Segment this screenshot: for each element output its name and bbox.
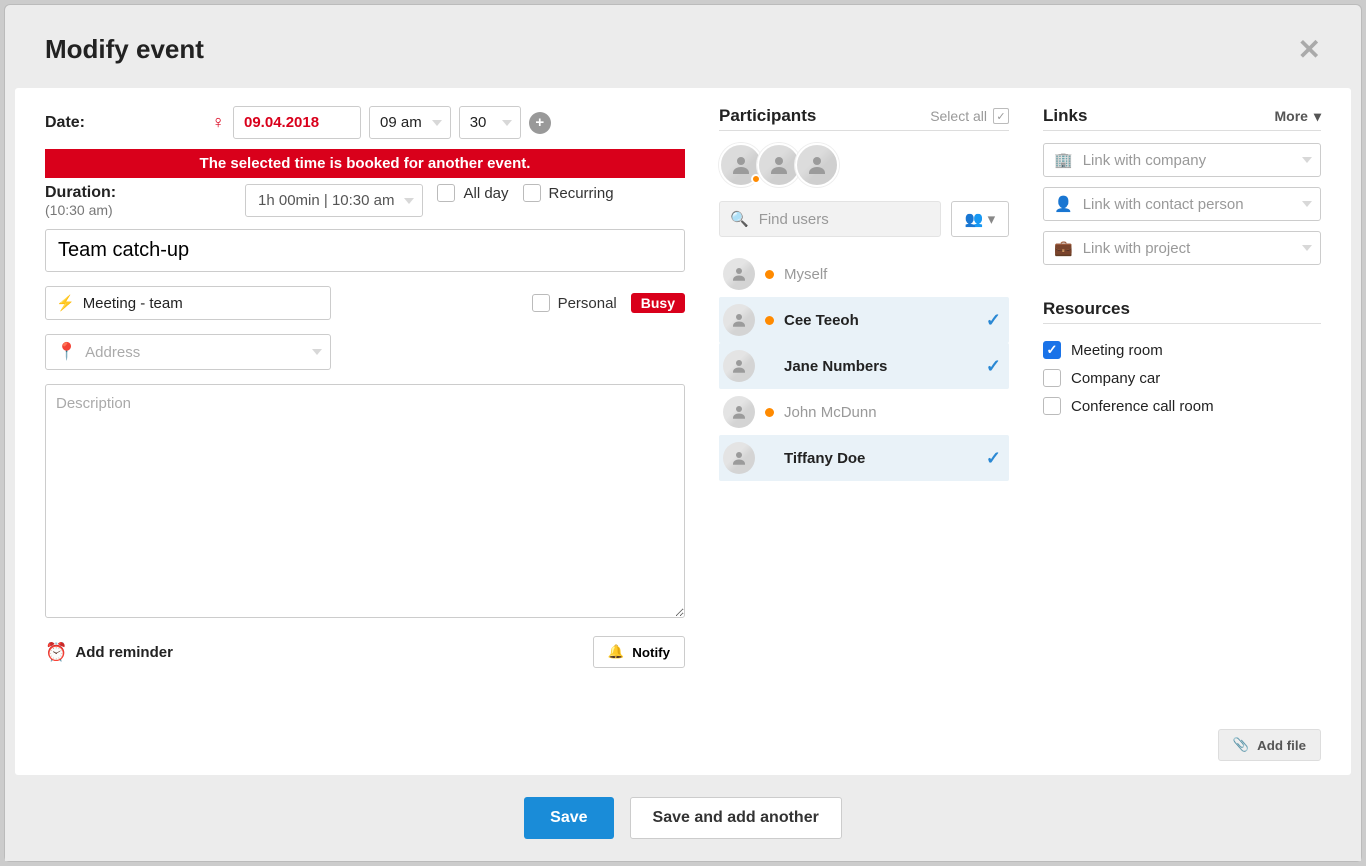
bell-icon: 🔔 [608, 644, 625, 660]
avatar [723, 442, 755, 474]
add-reminder-button[interactable]: ⏰ Add reminder [45, 642, 173, 663]
avatar[interactable] [795, 143, 839, 187]
resource-item[interactable]: Conference call room [1043, 392, 1321, 420]
dialog-title: Modify event [45, 34, 204, 65]
modify-event-dialog: Modify event ✕ Date: ♀ 09.04.2018 09 am … [4, 4, 1362, 862]
check-icon: ✓ [986, 310, 1001, 331]
users-icon: 👥 [965, 210, 984, 228]
paperclip-icon: 📎 [1233, 737, 1250, 753]
alarm-icon: ⏰ [45, 642, 67, 663]
conflict-warning: The selected time is booked for another … [45, 149, 685, 178]
user-item[interactable]: Tiffany Doe ✓ [719, 435, 1009, 481]
user-name: John McDunn [784, 404, 1001, 421]
status-dot [765, 316, 774, 325]
user-list: Myself Cee Teeoh ✓ Jane Numbers ✓ John McDunn… [719, 251, 1009, 481]
search-icon: 🔍 [730, 210, 749, 228]
link-project-select[interactable]: 💼 Link with project [1043, 231, 1321, 265]
participant-avatars [719, 143, 1009, 187]
save-add-another-button[interactable]: Save and add another [630, 797, 842, 839]
user-item[interactable]: John McDunn [719, 389, 1009, 435]
check-icon: ✓ [986, 356, 1001, 377]
hour-select[interactable]: 09 am [369, 106, 451, 139]
allday-checkbox[interactable]: All day [437, 184, 508, 202]
building-icon: 🏢 [1054, 151, 1073, 169]
chevron-down-icon: ▾ [988, 210, 996, 228]
avatar [723, 396, 755, 428]
title-bar: Modify event ✕ [5, 5, 1361, 88]
status-dot [765, 408, 774, 417]
user-item[interactable]: Jane Numbers ✓ [719, 343, 1009, 389]
user-name: Cee Teeoh [784, 312, 976, 329]
chevron-down-icon [1302, 201, 1312, 207]
avatar [723, 350, 755, 382]
event-type-select[interactable]: ⚡ Meeting - team [45, 286, 331, 320]
date-label: Date: [45, 114, 85, 132]
user-name: Tiffany Doe [784, 450, 976, 467]
address-select[interactable]: 📍 Address [45, 334, 331, 370]
save-button[interactable]: Save [524, 797, 613, 839]
status-dot [765, 270, 774, 279]
recurring-checkbox[interactable]: Recurring [523, 184, 614, 202]
participants-heading: Participants [719, 106, 816, 126]
user-item[interactable]: Cee Teeoh ✓ [719, 297, 1009, 343]
select-all-link[interactable]: Select all ✓ [930, 108, 1009, 124]
date-input[interactable]: 09.04.2018 [233, 106, 361, 139]
pin-icon: 📍 [56, 342, 77, 362]
links-heading: Links [1043, 106, 1087, 126]
chevron-down-icon: ▾ [1314, 108, 1321, 125]
check-icon: ✓ [986, 448, 1001, 469]
chevron-down-icon [432, 120, 442, 126]
event-title-input[interactable] [45, 229, 685, 272]
bolt-icon: ⚡ [56, 294, 75, 312]
more-link[interactable]: More ▾ [1275, 108, 1321, 125]
close-icon[interactable]: ✕ [1298, 33, 1321, 66]
right-column: Links More ▾ 🏢 Link with company 👤 Link … [1043, 106, 1321, 755]
find-users-input[interactable]: 🔍 Find users [719, 201, 941, 237]
add-file-button[interactable]: 📎 Add file [1218, 729, 1321, 761]
duration-row: Duration: (10:30 am) 1h 00min | 10:30 am… [45, 184, 685, 219]
avatar [723, 304, 755, 336]
link-company-select[interactable]: 🏢 Link with company [1043, 143, 1321, 177]
user-name: Myself [784, 266, 1001, 283]
link-contact-select[interactable]: 👤 Link with contact person [1043, 187, 1321, 221]
chevron-down-icon [502, 120, 512, 126]
minute-select[interactable]: 30 [459, 106, 521, 139]
lightbulb-icon[interactable]: ♀ [212, 112, 226, 133]
chevron-down-icon [1302, 245, 1312, 251]
type-row: ⚡ Meeting - team Personal Busy [45, 286, 685, 320]
briefcase-icon: 💼 [1054, 239, 1073, 257]
person-icon: 👤 [1054, 195, 1073, 213]
chevron-down-icon [312, 349, 322, 355]
group-filter-button[interactable]: 👥 ▾ [951, 201, 1009, 237]
dialog-content: Date: ♀ 09.04.2018 09 am 30 + The select… [15, 88, 1351, 775]
date-row: Date: ♀ 09.04.2018 09 am 30 + [45, 106, 685, 139]
resource-item[interactable]: Meeting room [1043, 336, 1321, 364]
notify-button[interactable]: 🔔 Notify [593, 636, 685, 668]
user-name: Jane Numbers [784, 358, 976, 375]
dialog-footer: Save Save and add another [5, 775, 1361, 861]
avatar [723, 258, 755, 290]
busy-badge[interactable]: Busy [631, 293, 685, 313]
personal-checkbox[interactable]: Personal [532, 294, 617, 312]
duration-label: Duration: [45, 184, 116, 201]
chevron-down-icon [1302, 157, 1312, 163]
participants-column: Participants Select all ✓ 🔍 Find users 👥 [719, 106, 1009, 755]
duration-end-note: (10:30 am) [45, 202, 113, 218]
user-item[interactable]: Myself [719, 251, 1009, 297]
add-time-icon[interactable]: + [529, 112, 551, 134]
left-column: Date: ♀ 09.04.2018 09 am 30 + The select… [45, 106, 685, 755]
resource-item[interactable]: Company car [1043, 364, 1321, 392]
description-textarea[interactable] [45, 384, 685, 618]
resources-heading: Resources [1043, 299, 1130, 319]
duration-select[interactable]: 1h 00min | 10:30 am [245, 184, 423, 217]
chevron-down-icon [404, 198, 414, 204]
resources-list: Meeting roomCompany carConference call r… [1043, 336, 1321, 420]
